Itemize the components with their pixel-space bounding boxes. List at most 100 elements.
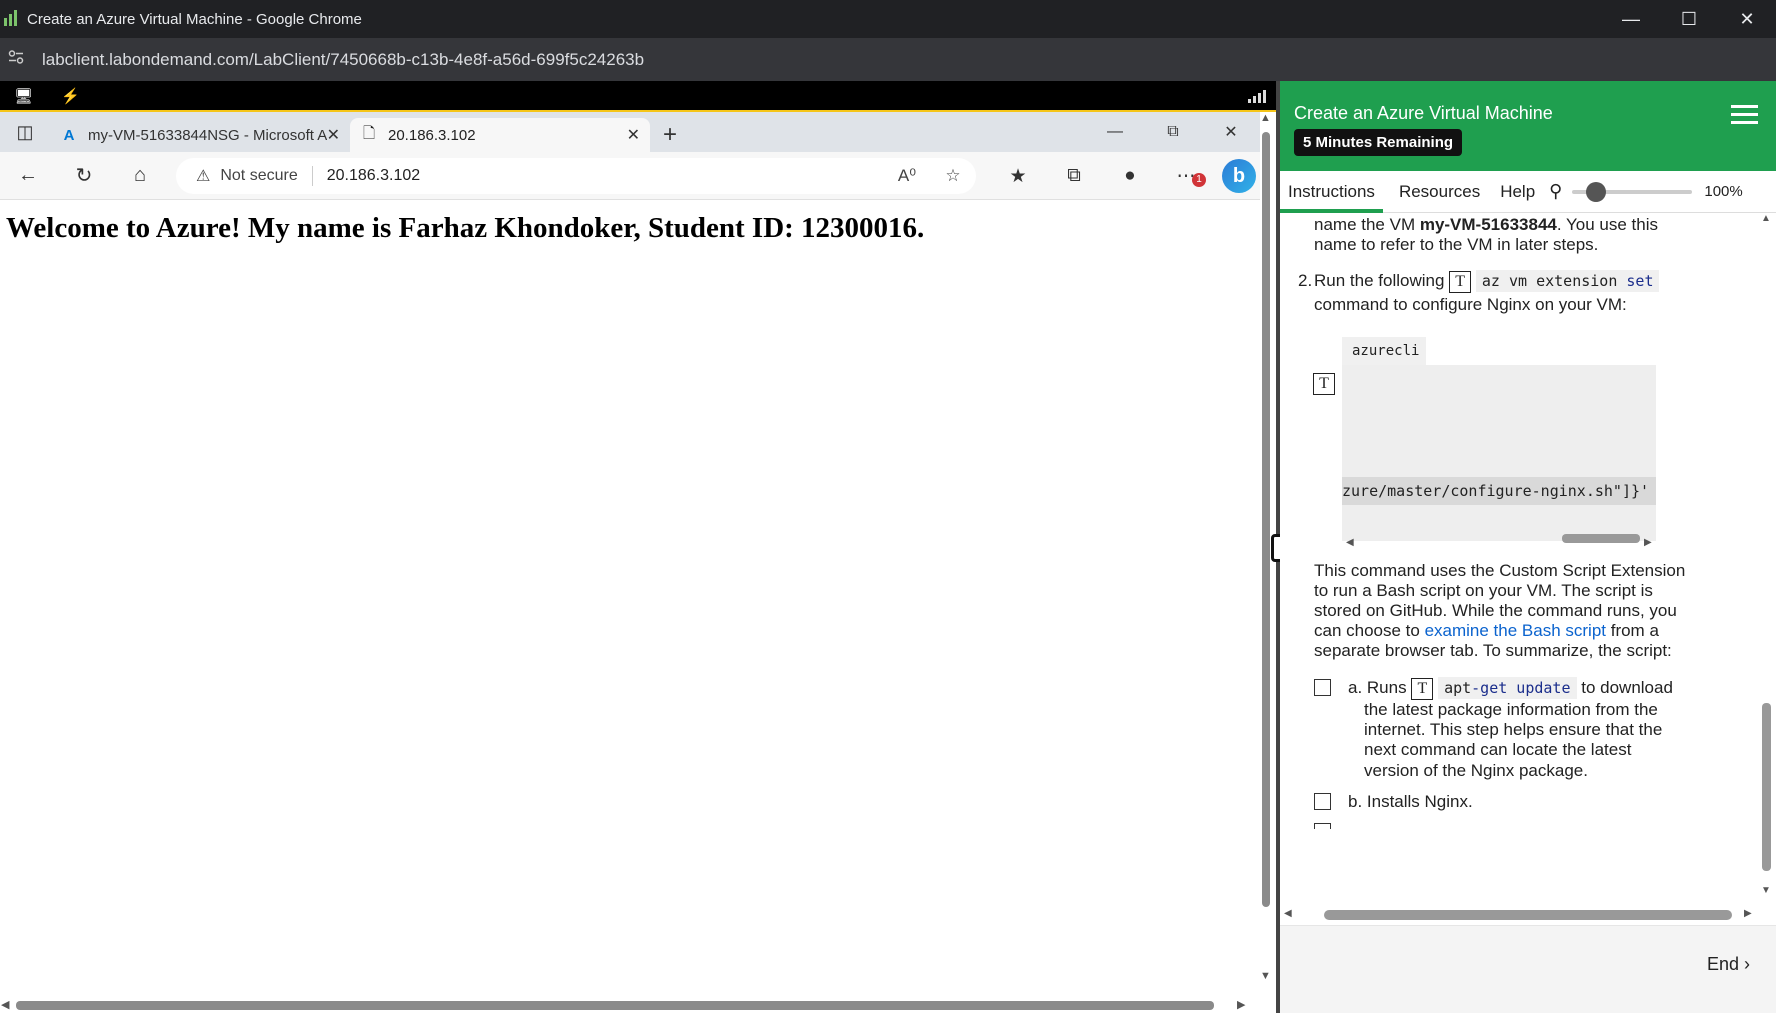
intro-text: name the VM — [1314, 215, 1420, 234]
refresh-icon[interactable]: ↻ — [56, 163, 112, 188]
time-remaining-badge: 5 Minutes Remaining — [1294, 129, 1463, 156]
chrome-title-bar: Create an Azure Virtual Machine - Google… — [0, 0, 1776, 38]
zoom-percent: 100% — [1704, 183, 1743, 200]
site-info-icon[interactable] — [8, 50, 26, 69]
warning-icon[interactable]: ⚠ — [196, 166, 210, 186]
code-horizontal-scrollbar[interactable]: ◀ ▶ — [1342, 531, 1656, 548]
end-button[interactable]: End › — [1707, 954, 1750, 975]
pane-header: Create an Azure Virtual Machine 5 Minute… — [1280, 81, 1776, 171]
pane-footer: End › — [1280, 925, 1776, 1013]
type-code-icon[interactable]: T — [1313, 373, 1335, 395]
zoom-slider-knob[interactable] — [1586, 181, 1607, 202]
scroll-thumb[interactable] — [16, 1001, 1214, 1010]
edge-close-button[interactable]: ✕ — [1202, 112, 1260, 152]
scroll-up-arrow[interactable]: ▲ — [1260, 112, 1271, 124]
close-tab-icon[interactable]: ✕ — [627, 125, 640, 145]
not-secure-label[interactable]: Not secure — [220, 167, 297, 185]
zoom-slider[interactable] — [1572, 181, 1693, 202]
favorites-icon[interactable]: ★ — [990, 165, 1046, 188]
scroll-down-arrow[interactable]: ▼ — [1260, 970, 1271, 982]
command-keyword: set — [1626, 272, 1654, 290]
tab-label: 20.186.3.102 — [388, 126, 476, 144]
inline-command: apt-get update — [1438, 677, 1577, 699]
checkbox-step-b[interactable] — [1314, 793, 1331, 810]
collections-icon[interactable]: ⧉ — [1046, 165, 1102, 187]
chrome-address-bar: labclient.labondemand.com/LabClient/7450… — [0, 38, 1776, 81]
examine-script-link[interactable]: examine the Bash script — [1425, 621, 1606, 640]
hamburger-menu-icon[interactable] — [1731, 105, 1758, 129]
divider — [311, 166, 313, 186]
chrome-url[interactable]: labclient.labondemand.com/LabClient/7450… — [42, 50, 644, 70]
item-text: a. Runs — [1348, 678, 1407, 697]
page-heading: Welcome to Azure! My name is Farhaz Khon… — [6, 212, 925, 244]
type-text-icon[interactable]: T — [1411, 677, 1434, 700]
chevron-right-icon: › — [1744, 954, 1750, 974]
scroll-thumb[interactable] — [1762, 703, 1771, 871]
checkbox-step-c[interactable] — [1314, 823, 1331, 829]
tab-actions-icon[interactable]: ◫ — [0, 112, 50, 152]
signal-strength-icon — [1248, 90, 1266, 103]
page-horizontal-scrollbar[interactable]: ◀ ▶ — [0, 997, 1255, 1015]
page-icon: 🗋 — [362, 124, 376, 142]
paragraph-text: separate browser tab. To summarize, the … — [1314, 641, 1672, 660]
address-box[interactable]: ⚠ Not secure 20.186.3.102 A⁰ ☆ — [176, 158, 976, 194]
home-icon[interactable]: ⌂ — [112, 164, 168, 187]
scroll-right-arrow[interactable]: ▶ — [1644, 531, 1652, 554]
item-text: to download — [1581, 678, 1673, 697]
edge-minimize-button[interactable]: — — [1086, 112, 1144, 152]
paragraph-text: from a — [1606, 621, 1659, 640]
pane-vertical-scrollbar[interactable]: ▲ ▼ — [1756, 213, 1776, 905]
scroll-left-arrow[interactable]: ◀ — [1284, 908, 1292, 919]
pane-horizontal-scrollbar[interactable]: ◀ ▶ — [1280, 905, 1776, 925]
notification-badge: 1 — [1192, 172, 1206, 187]
read-aloud-icon[interactable]: A⁰ — [884, 166, 930, 186]
scroll-thumb[interactable] — [1324, 910, 1732, 920]
vm-name: my-VM-51633844 — [1419, 215, 1557, 234]
add-favorite-icon[interactable]: ☆ — [930, 166, 976, 186]
maximize-button[interactable]: ☐ — [1660, 0, 1718, 38]
scroll-thumb[interactable] — [1562, 534, 1640, 543]
scroll-left-arrow[interactable]: ◀ — [1346, 531, 1354, 554]
tab-azure-nsg[interactable]: A my-VM-51633844NSG - Microsoft Azure ✕ — [50, 118, 350, 152]
edge-restore-button[interactable]: ⧉ — [1144, 112, 1202, 152]
bing-copilot-icon[interactable]: b — [1222, 159, 1256, 193]
tab-instructions[interactable]: Instructions — [1280, 171, 1383, 213]
instructions-content: name the VM my-VM-51633844. You use this… — [1280, 213, 1756, 905]
new-tab-button[interactable]: + — [650, 118, 690, 152]
window-title: Create an Azure Virtual Machine - Google… — [27, 10, 362, 28]
checkbox-step-a[interactable] — [1314, 679, 1331, 696]
scroll-right-arrow[interactable]: ▶ — [1744, 908, 1752, 919]
close-button[interactable]: ✕ — [1718, 0, 1776, 38]
scroll-left-arrow[interactable]: ◀ — [1, 998, 9, 1011]
more-menu-icon[interactable]: ⋯ 1 — [1158, 165, 1214, 188]
zoom-icon: ⚲ — [1549, 181, 1563, 201]
type-text-icon[interactable]: T — [1449, 270, 1472, 293]
tab-ip-page[interactable]: 🗋 20.186.3.102 ✕ — [350, 118, 650, 152]
scroll-right-arrow[interactable]: ▶ — [1237, 998, 1245, 1011]
back-icon[interactable]: ← — [0, 164, 56, 187]
step-text: Run the following — [1314, 271, 1445, 290]
scroll-up-arrow[interactable]: ▲ — [1761, 213, 1771, 224]
edge-tab-strip: ◫ A my-VM-51633844NSG - Microsoft Azure … — [0, 112, 1260, 152]
scroll-thumb[interactable] — [1262, 132, 1270, 907]
close-tab-icon[interactable]: ✕ — [327, 125, 340, 145]
lab-vm-toolbar: 🖥 ⚡ — [0, 81, 1280, 110]
edge-browser: ◫ A my-VM-51633844NSG - Microsoft Azure … — [0, 110, 1280, 1013]
paragraph-text: can choose to — [1314, 621, 1425, 640]
azure-icon: A — [63, 126, 75, 144]
code-line: zure/master/configure-nginx.sh"]}' \ — [1342, 477, 1656, 505]
lab-title: Create an Azure Virtual Machine — [1294, 103, 1553, 123]
inline-command: az vm extension set — [1475, 270, 1660, 292]
tab-help[interactable]: Help — [1492, 171, 1543, 213]
edge-toolbar: ← ↻ ⌂ ⚠ Not secure 20.186.3.102 A⁰ ☆ ★ ⧉… — [0, 152, 1260, 200]
scroll-down-arrow[interactable]: ▼ — [1761, 885, 1771, 896]
intro-text: . You use this — [1556, 215, 1658, 234]
instructions-pane: Create an Azure Virtual Machine 5 Minute… — [1280, 81, 1776, 1013]
monitor-icon[interactable]: 🖥 — [14, 87, 33, 105]
minimize-button[interactable]: — — [1602, 0, 1660, 38]
lightning-icon[interactable]: ⚡ — [61, 87, 80, 105]
profile-icon[interactable]: ● — [1102, 165, 1158, 187]
tab-resources[interactable]: Resources — [1391, 171, 1488, 213]
step-text: command to configure Nginx on your VM: — [1314, 295, 1627, 314]
address-text[interactable]: 20.186.3.102 — [327, 167, 884, 185]
